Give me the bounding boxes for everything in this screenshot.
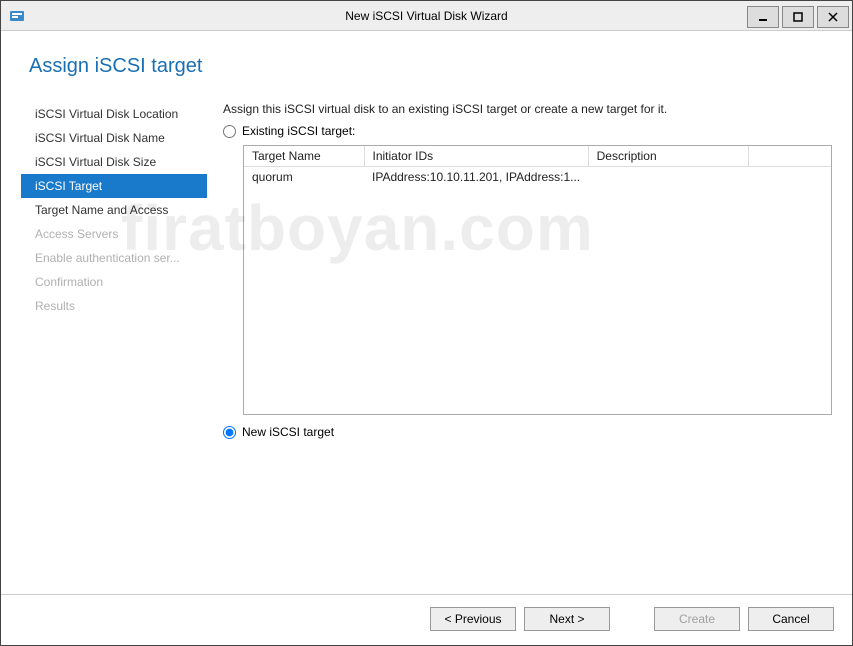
next-button[interactable]: Next >: [524, 607, 610, 631]
footer-buttons: < Previous Next > Create Cancel: [1, 594, 852, 645]
instruction-text: Assign this iSCSI virtual disk to an exi…: [223, 102, 832, 116]
existing-target-option[interactable]: Existing iSCSI target:: [223, 124, 832, 138]
previous-button[interactable]: < Previous: [430, 607, 516, 631]
app-icon: [9, 8, 25, 24]
new-target-option[interactable]: New iSCSI target: [223, 425, 832, 439]
existing-targets-table[interactable]: Target Name Initiator IDs Description qu…: [243, 145, 832, 415]
wizard-step-4[interactable]: Target Name and Access: [21, 198, 207, 222]
new-target-label: New iSCSI target: [242, 425, 334, 439]
create-button[interactable]: Create: [654, 607, 740, 631]
window-title: New iSCSI Virtual Disk Wizard: [1, 9, 852, 23]
cancel-button[interactable]: Cancel: [748, 607, 834, 631]
wizard-step-1[interactable]: iSCSI Virtual Disk Name: [21, 126, 207, 150]
existing-target-radio[interactable]: [223, 125, 236, 138]
col-description[interactable]: Description: [588, 146, 748, 167]
close-button[interactable]: [817, 6, 849, 28]
cell-description: [588, 167, 748, 188]
wizard-steps-sidebar: iSCSI Virtual Disk LocationiSCSI Virtual…: [21, 102, 207, 584]
wizard-step-3[interactable]: iSCSI Target: [21, 174, 207, 198]
wizard-step-0[interactable]: iSCSI Virtual Disk Location: [21, 102, 207, 126]
wizard-step-8: Results: [21, 294, 207, 318]
wizard-step-7: Confirmation: [21, 270, 207, 294]
page-heading: Assign iSCSI target: [29, 55, 832, 78]
titlebar: New iSCSI Virtual Disk Wizard: [1, 1, 852, 31]
col-spacer: [748, 146, 831, 167]
table-row[interactable]: quorumIPAddress:10.10.11.201, IPAddress:…: [244, 167, 831, 188]
minimize-button[interactable]: [747, 6, 779, 28]
cell-target_name: quorum: [244, 167, 364, 188]
col-target-name[interactable]: Target Name: [244, 146, 364, 167]
new-target-radio[interactable]: [223, 426, 236, 439]
cell-initiator_ids: IPAddress:10.10.11.201, IPAddress:1...: [364, 167, 588, 188]
wizard-step-6: Enable authentication ser...: [21, 246, 207, 270]
wizard-step-2[interactable]: iSCSI Virtual Disk Size: [21, 150, 207, 174]
col-initiator-ids[interactable]: Initiator IDs: [364, 146, 588, 167]
existing-target-label: Existing iSCSI target:: [242, 124, 355, 138]
wizard-step-5: Access Servers: [21, 222, 207, 246]
maximize-button[interactable]: [782, 6, 814, 28]
